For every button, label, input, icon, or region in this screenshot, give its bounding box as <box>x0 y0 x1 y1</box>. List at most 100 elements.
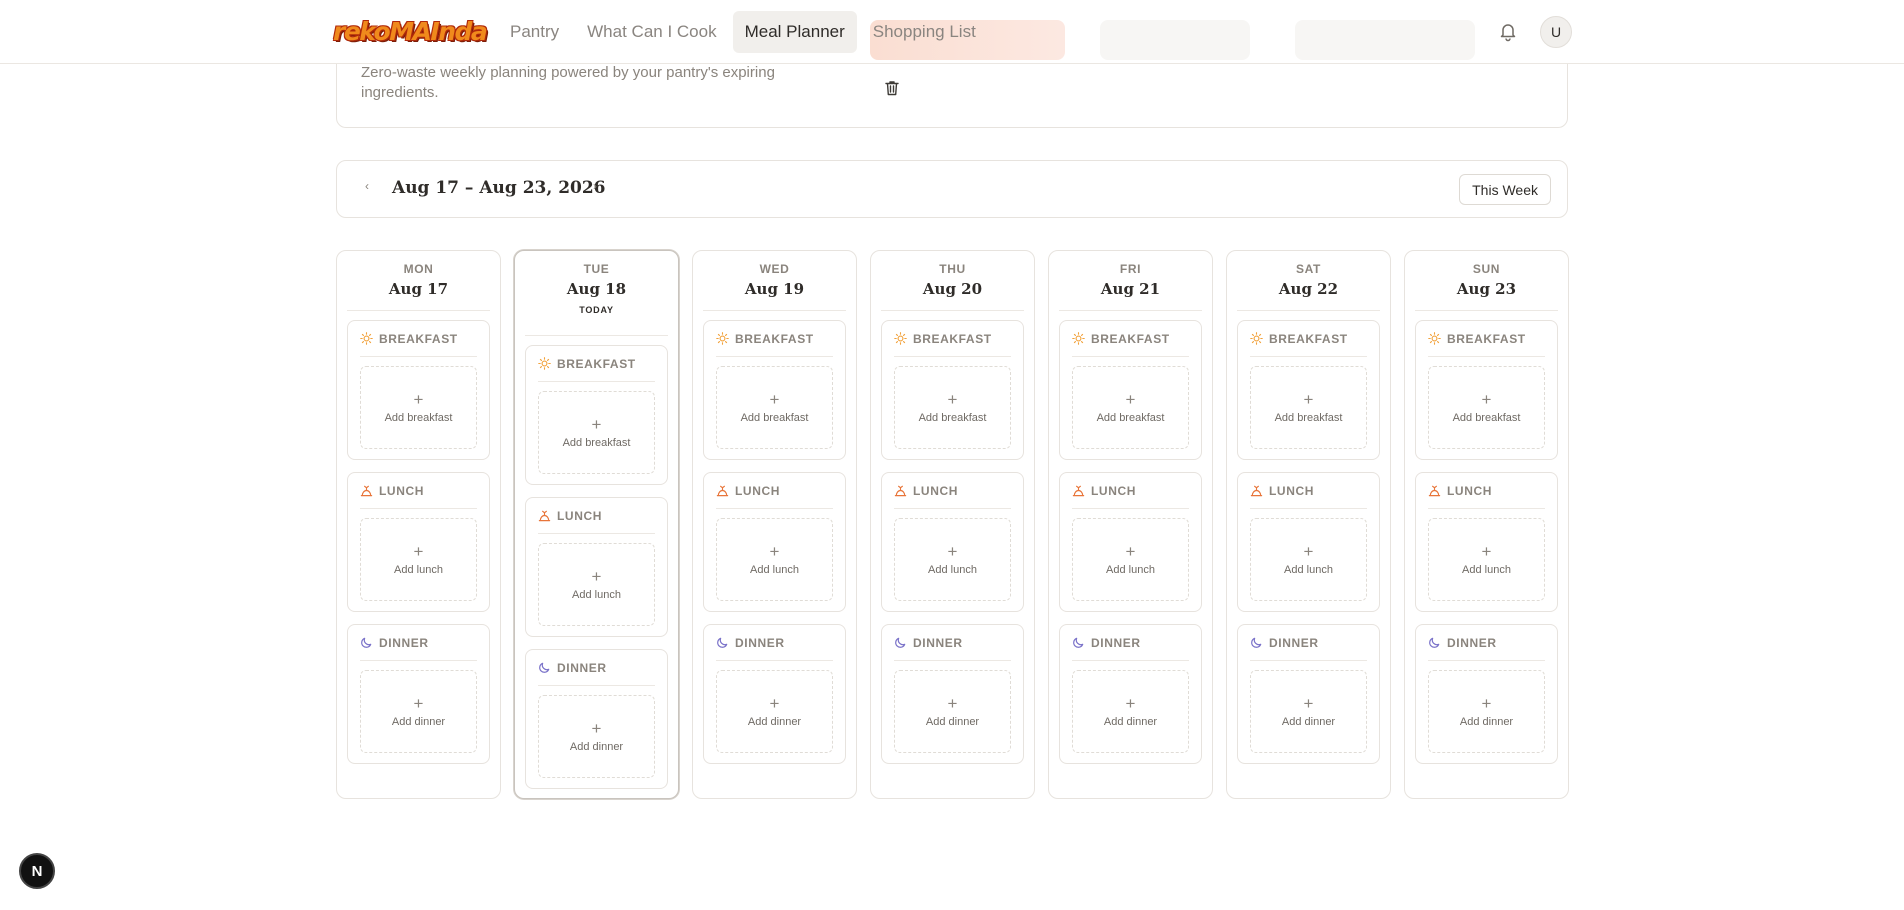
meal-slot-breakfast: BREAKFAST + Add breakfast <box>1237 320 1380 460</box>
chevron-right-icon[interactable]: › <box>593 179 597 193</box>
add-lunch-button[interactable]: + Add lunch <box>716 518 833 601</box>
day-header: FRI Aug 21 <box>1059 251 1202 311</box>
moon-icon <box>1072 636 1085 649</box>
meal-slot-header: DINNER <box>1428 625 1545 661</box>
meal-slot-dinner: DINNER + Add dinner <box>347 624 490 764</box>
meal-slot-lunch: LUNCH + Add lunch <box>347 472 490 612</box>
add-breakfast-button[interactable]: + Add breakfast <box>716 366 833 449</box>
add-lunch-button[interactable]: + Add lunch <box>538 543 655 626</box>
add-breakfast-button[interactable]: + Add breakfast <box>360 366 477 449</box>
this-week-button[interactable]: This Week <box>1459 174 1551 205</box>
day-date: Aug 19 <box>744 280 805 298</box>
add-lunch-button[interactable]: + Add lunch <box>894 518 1011 601</box>
week-range: Aug 17 – Aug 23, 2026 <box>392 178 606 198</box>
add-meal-label: Add lunch <box>1462 564 1511 576</box>
add-lunch-button[interactable]: + Add lunch <box>360 518 477 601</box>
meal-slot-header: DINNER <box>1250 625 1367 661</box>
nav-pantry[interactable]: Pantry <box>498 11 571 53</box>
nav-shopping-list[interactable]: Shopping List <box>861 11 988 53</box>
add-meal-label: Add dinner <box>747 716 802 728</box>
meal-label: BREAKFAST <box>379 331 458 346</box>
meal-slot-dinner: DINNER + Add dinner <box>703 624 846 764</box>
add-lunch-button[interactable]: + Add lunch <box>1250 518 1367 601</box>
nav-what-can-i-cook[interactable]: What Can I Cook <box>575 11 728 53</box>
day-date: Aug 17 <box>388 280 449 298</box>
plus-icon: + <box>947 542 958 561</box>
meal-slot-header: BREAKFAST <box>1072 321 1189 357</box>
meal-slot-lunch: LUNCH + Add lunch <box>1237 472 1380 612</box>
plus-icon: + <box>1303 542 1314 561</box>
day-date: Aug 20 <box>922 280 983 298</box>
add-lunch-button[interactable]: + Add lunch <box>1428 518 1545 601</box>
meal-slot-header: LUNCH <box>538 498 655 534</box>
add-meal-label: Add lunch <box>928 564 977 576</box>
day-of-week: THU <box>939 262 966 276</box>
add-dinner-button[interactable]: + Add dinner <box>1428 670 1545 753</box>
add-meal-label: Add breakfast <box>918 412 987 424</box>
plus-icon: + <box>1303 390 1314 409</box>
plus-icon: + <box>413 390 424 409</box>
add-meal-label: Add dinner <box>569 741 624 753</box>
add-meal-label: Add lunch <box>750 564 799 576</box>
faded-header-button <box>1295 20 1475 60</box>
add-breakfast-button[interactable]: + Add breakfast <box>538 391 655 474</box>
add-dinner-button[interactable]: + Add dinner <box>1250 670 1367 753</box>
moon-icon <box>1250 636 1263 649</box>
meal-label: DINNER <box>1447 635 1497 650</box>
lunch-icon <box>716 484 729 497</box>
meal-label: DINNER <box>735 635 785 650</box>
nav-meal-planner[interactable]: Meal Planner <box>732 11 857 53</box>
dev-tools-badge[interactable]: N <box>19 853 55 889</box>
plus-icon: + <box>1125 694 1136 713</box>
meal-slot-breakfast: BREAKFAST + Add breakfast <box>347 320 490 460</box>
plus-icon: + <box>591 567 602 586</box>
plus-icon: + <box>413 694 424 713</box>
add-meal-label: Add breakfast <box>1096 412 1165 424</box>
add-breakfast-button[interactable]: + Add breakfast <box>894 366 1011 449</box>
main-nav: Pantry What Can I Cook Meal Planner Shop… <box>498 11 988 53</box>
lunch-icon <box>360 484 373 497</box>
meal-label: LUNCH <box>1091 483 1136 498</box>
add-breakfast-button[interactable]: + Add breakfast <box>1072 366 1189 449</box>
chevron-left-icon[interactable]: ‹ <box>365 179 369 193</box>
meal-slot-header: BREAKFAST <box>360 321 477 357</box>
plus-icon: + <box>1481 390 1492 409</box>
meal-slot-header: DINNER <box>894 625 1011 661</box>
add-meal-label: Add dinner <box>391 716 446 728</box>
moon-icon <box>716 636 729 649</box>
plus-icon: + <box>769 390 780 409</box>
day-column-tue: TUE Aug 18 TODAY BREAKFAST + Add breakfast LUN… <box>514 250 679 799</box>
add-breakfast-button[interactable]: + Add breakfast <box>1250 366 1367 449</box>
moon-icon <box>1428 636 1441 649</box>
meal-label: BREAKFAST <box>1447 331 1526 346</box>
lunch-icon <box>894 484 907 497</box>
bell-icon[interactable] <box>1497 20 1519 42</box>
meal-slot-header: BREAKFAST <box>538 346 655 382</box>
add-dinner-button[interactable]: + Add dinner <box>1072 670 1189 753</box>
meal-label: LUNCH <box>913 483 958 498</box>
sun-icon <box>894 332 907 345</box>
trash-icon[interactable] <box>883 79 901 97</box>
moon-icon <box>360 636 373 649</box>
app-logo[interactable]: rekoMAInda <box>333 17 488 47</box>
meal-slot-header: BREAKFAST <box>894 321 1011 357</box>
add-dinner-button[interactable]: + Add dinner <box>716 670 833 753</box>
plus-icon: + <box>413 542 424 561</box>
meal-slot-lunch: LUNCH + Add lunch <box>1415 472 1558 612</box>
user-avatar[interactable]: U <box>1540 16 1572 48</box>
add-dinner-button[interactable]: + Add dinner <box>538 695 655 778</box>
meal-slot-header: LUNCH <box>1428 473 1545 509</box>
day-header: MON Aug 17 <box>347 251 490 311</box>
day-header: WED Aug 19 <box>703 251 846 311</box>
meal-label: BREAKFAST <box>1269 331 1348 346</box>
meal-slot-lunch: LUNCH + Add lunch <box>525 497 668 637</box>
add-dinner-button[interactable]: + Add dinner <box>894 670 1011 753</box>
add-breakfast-button[interactable]: + Add breakfast <box>1428 366 1545 449</box>
add-lunch-button[interactable]: + Add lunch <box>1072 518 1189 601</box>
add-dinner-button[interactable]: + Add dinner <box>360 670 477 753</box>
meal-slot-header: BREAKFAST <box>1250 321 1367 357</box>
meal-slot-lunch: LUNCH + Add lunch <box>703 472 846 612</box>
meal-label: DINNER <box>379 635 429 650</box>
sun-icon <box>716 332 729 345</box>
plus-icon: + <box>591 415 602 434</box>
